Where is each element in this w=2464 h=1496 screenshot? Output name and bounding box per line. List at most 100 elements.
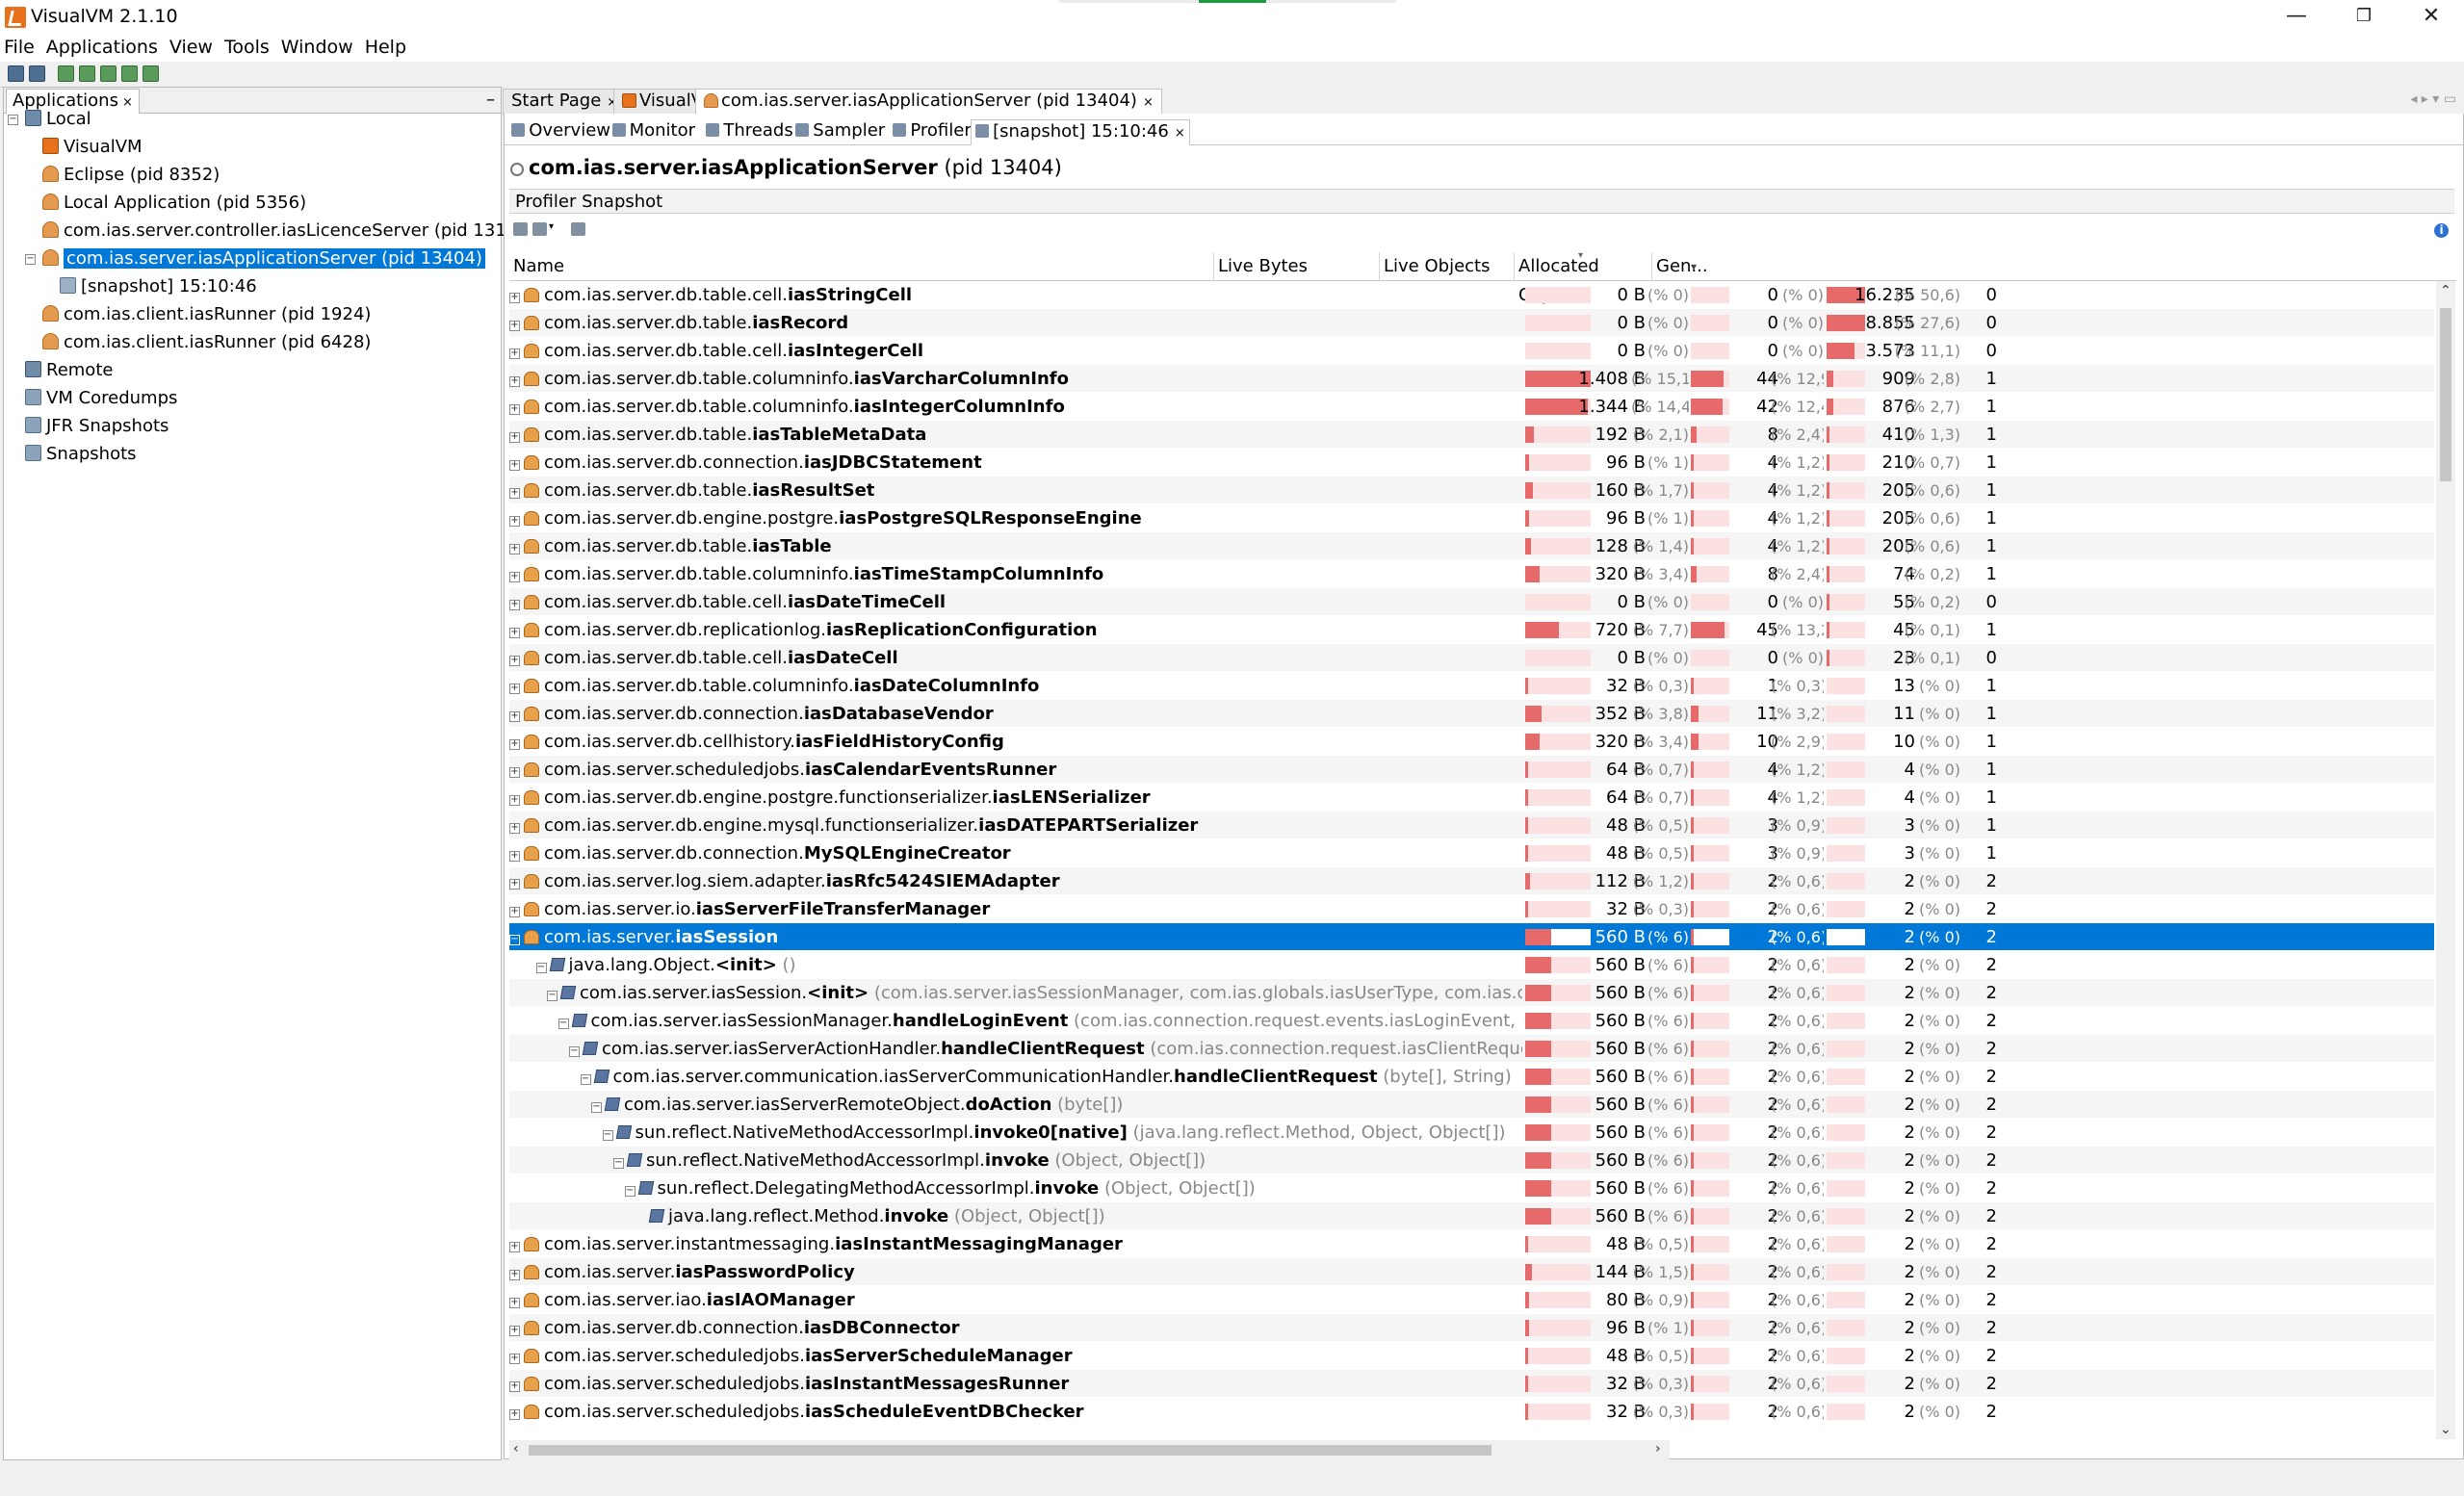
table-row[interactable]: + com.ias.server.db.table.columninfo.iasT… xyxy=(509,560,2434,588)
expand-icon[interactable]: + xyxy=(509,656,520,666)
column-header-allocated-objects[interactable]: Allocated Objects▾ xyxy=(1515,252,1652,305)
expand-icon[interactable]: + xyxy=(509,600,520,610)
table-row[interactable]: + com.ias.server.db.table.iasTableMetaDat… xyxy=(509,421,2434,449)
tab-navigation-controls[interactable]: ◂ ▸ ▾ ▭ xyxy=(2410,91,2456,107)
tree-node[interactable]: Snapshots xyxy=(25,441,137,468)
tree-node[interactable]: com.ias.server.controller.iasLicenceServ… xyxy=(42,218,535,245)
table-row[interactable]: − sun.reflect.NativeMethodAccessorImpl.in… xyxy=(509,1147,2434,1174)
menu-tools[interactable]: Tools xyxy=(219,35,275,61)
tree-node[interactable]: com.ias.client.iasRunner (pid 1924) xyxy=(42,301,371,328)
chevron-down-icon[interactable]: ▾ xyxy=(549,221,557,235)
minimize-panel-button[interactable]: – xyxy=(486,90,495,110)
tab-sampler[interactable]: Sampler xyxy=(791,119,889,143)
menu-window[interactable]: Window xyxy=(275,35,359,61)
expand-icon[interactable]: + xyxy=(509,1242,520,1252)
table-row[interactable]: + com.ias.server.db.table.columninfo.iasV… xyxy=(509,365,2434,393)
table-row[interactable]: − com.ias.server.iasSession 560 B (% 6) 2 (% … xyxy=(509,923,2434,951)
menu-help[interactable]: Help xyxy=(359,35,412,61)
export-icon[interactable] xyxy=(532,222,547,236)
expand-icon[interactable]: + xyxy=(509,460,520,471)
expand-icon[interactable]: + xyxy=(509,1409,520,1420)
tab-snapshot[interactable]: [snapshot] 15:10:46 × xyxy=(971,119,1190,145)
close-icon[interactable]: × xyxy=(1143,95,1154,110)
document-tab[interactable]: Start Page × xyxy=(503,89,627,114)
collapse-icon[interactable]: − xyxy=(624,1186,635,1197)
menu-view[interactable]: View xyxy=(164,35,219,61)
expand-icon[interactable]: + xyxy=(509,823,520,834)
expand-icon[interactable]: − xyxy=(509,935,520,945)
table-row[interactable]: + com.ias.server.db.table.iasRecord 0 B (% … xyxy=(509,309,2434,337)
expand-icon[interactable]: + xyxy=(509,293,520,303)
table-row[interactable]: − com.ias.server.communication.iasServerC… xyxy=(509,1063,2434,1091)
menu-applications[interactable]: Applications xyxy=(40,35,164,61)
collapse-icon[interactable]: − xyxy=(547,991,558,1001)
table-row[interactable]: + com.ias.server.iao.iasIAOManager 80 B (% … xyxy=(509,1286,2434,1314)
table-row[interactable]: + com.ias.server.scheduledjobs.iasInstant… xyxy=(509,1370,2434,1398)
tree-node[interactable]: [snapshot] 15:10:46 xyxy=(60,273,257,300)
table-row[interactable]: + com.ias.server.db.engine.postgre.iasPos… xyxy=(509,504,2434,532)
expand-icon[interactable]: + xyxy=(509,907,520,917)
tab-profiler[interactable]: Profiler xyxy=(889,119,974,143)
horizontal-scroll-thumb[interactable] xyxy=(529,1445,1491,1456)
table-row[interactable]: + com.ias.server.db.table.cell.iasStringC… xyxy=(509,281,2434,309)
tree-node[interactable]: Remote xyxy=(25,357,113,384)
table-row[interactable]: + com.ias.server.db.table.iasTable 128 B (%… xyxy=(509,532,2434,560)
table-row[interactable]: − sun.reflect.DelegatingMethodAccessorImp… xyxy=(509,1174,2434,1202)
expand-icon[interactable]: + xyxy=(509,1354,520,1364)
table-row[interactable]: + com.ias.server.iasPasswordPolicy 144 B (%… xyxy=(509,1258,2434,1286)
tab-overview[interactable]: Overview xyxy=(507,119,614,143)
collapse-icon[interactable]: − xyxy=(591,1102,602,1113)
expand-icon[interactable]: + xyxy=(509,711,520,722)
expand-icon[interactable]: + xyxy=(509,348,520,359)
table-row[interactable]: + com.ias.server.db.replicationlog.iasRep… xyxy=(509,616,2434,644)
tree-node[interactable]: Eclipse (pid 8352) xyxy=(42,162,220,189)
table-row[interactable]: − com.ias.server.iasSessionManager.handle… xyxy=(509,1007,2434,1035)
horizontal-scrollbar[interactable]: ‹ › xyxy=(509,1440,1670,1459)
table-row[interactable]: + com.ias.server.db.connection.iasDatabas… xyxy=(509,700,2434,728)
tree-node[interactable]: − com.ias.server.iasApplicationServer (pi… xyxy=(25,245,486,272)
table-row[interactable]: + com.ias.server.db.table.cell.iasInteger… xyxy=(509,337,2434,365)
table-row[interactable]: + com.ias.server.db.connection.iasJDBCSta… xyxy=(509,449,2434,477)
expand-icon[interactable]: + xyxy=(509,767,520,778)
collapse-icon[interactable]: − xyxy=(602,1130,613,1141)
menu-file[interactable]: File xyxy=(0,35,40,61)
tab-threads[interactable]: Threads xyxy=(702,119,796,143)
expand-icon[interactable]: + xyxy=(509,432,520,443)
save-icon[interactable] xyxy=(513,222,528,236)
vertical-scroll-thumb[interactable] xyxy=(2440,308,2451,481)
expand-icon[interactable]: + xyxy=(509,544,520,555)
column-menu-icon[interactable]: ▾ xyxy=(1691,252,1697,281)
snapshot-icon[interactable] xyxy=(100,65,117,82)
column-header-name[interactable]: Name xyxy=(509,252,1214,281)
expand-icon[interactable]: + xyxy=(509,739,520,750)
table-row[interactable]: + com.ias.server.log.siem.adapter.iasRfc5… xyxy=(509,867,2434,895)
expand-icon[interactable]: + xyxy=(509,879,520,890)
table-row[interactable]: + com.ias.server.db.cellhistory.iasFieldH… xyxy=(509,728,2434,756)
close-icon[interactable]: × xyxy=(1175,126,1185,141)
table-row[interactable]: +java.lang.reflect.Method.invoke (Object… xyxy=(509,1202,2434,1230)
maximize-button[interactable]: ❐ xyxy=(2330,0,2398,35)
tree-node[interactable]: VM Coredumps xyxy=(25,385,177,412)
table-row[interactable]: − com.ias.server.iasServerRemoteObject.do… xyxy=(509,1091,2434,1119)
info-icon[interactable]: i xyxy=(2434,223,2449,238)
expand-icon[interactable]: + xyxy=(509,1381,520,1392)
expand-icon[interactable]: + xyxy=(509,1270,520,1280)
table-row[interactable]: + com.ias.server.db.table.iasResultSet 160… xyxy=(509,477,2434,504)
expand-icon[interactable]: + xyxy=(509,488,520,499)
vertical-scrollbar[interactable]: ⌃ ⌄ xyxy=(2436,281,2455,1439)
expand-icon[interactable]: + xyxy=(509,321,520,331)
table-row[interactable]: + com.ias.server.db.table.cell.iasDateTim… xyxy=(509,588,2434,616)
expand-icon[interactable]: + xyxy=(509,684,520,694)
tree-node[interactable]: VisualVM xyxy=(42,134,143,161)
tree-node[interactable]: com.ias.client.iasRunner (pid 6428) xyxy=(42,329,371,356)
expand-icon[interactable]: + xyxy=(509,516,520,527)
expand-icon[interactable]: + xyxy=(509,851,520,862)
expand-icon[interactable]: + xyxy=(509,572,520,582)
document-tab[interactable]: com.ias.server.iasApplicationServer (pid… xyxy=(695,89,1162,115)
table-row[interactable]: + com.ias.server.db.table.columninfo.iasD… xyxy=(509,672,2434,700)
heap-dump-icon[interactable] xyxy=(58,65,74,82)
tree-node[interactable]: Local Application (pid 5356) xyxy=(42,190,306,217)
table-row[interactable]: + com.ias.server.db.connection.MySQLEngin… xyxy=(509,839,2434,867)
scroll-up-icon[interactable]: ⌃ xyxy=(2440,283,2451,298)
snapshot-info-icon[interactable] xyxy=(571,222,585,236)
